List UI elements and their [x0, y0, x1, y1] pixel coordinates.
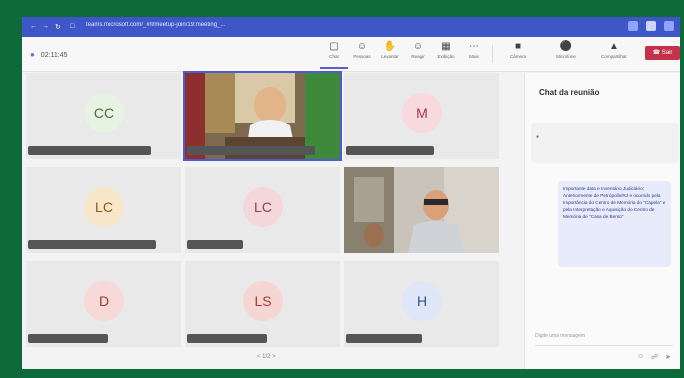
- address-bar[interactable]: teams.microsoft.com/_#/l/meetup-join/19:…: [86, 22, 626, 32]
- participant-name-tag: [187, 146, 315, 155]
- gallery-pager[interactable]: < 1/2 >: [257, 354, 276, 360]
- participant-name-tag: [187, 334, 267, 343]
- chat-title: Chat da reunião: [539, 88, 600, 97]
- share-icon: ▲: [609, 41, 619, 52]
- toolbar-chat-button[interactable]: ▢ Chat: [320, 41, 348, 69]
- toolbar-people-button[interactable]: ☺ Pessoas: [348, 41, 376, 67]
- camera-label: Câmera: [509, 54, 526, 59]
- video-feed: [344, 167, 499, 253]
- toolbar-view-button[interactable]: ▦ Exibição: [432, 41, 460, 67]
- participant-name-tag: [187, 240, 243, 249]
- system-message: ●: [531, 123, 679, 163]
- participant-tile[interactable]: H: [344, 261, 499, 347]
- avatar: LS: [243, 281, 283, 321]
- chat-compose-input[interactable]: Digite uma mensagem: [535, 333, 673, 346]
- more-icon: ⋯: [469, 41, 479, 52]
- leave-button[interactable]: ☎ Sair: [645, 46, 680, 60]
- avatar: D: [84, 281, 124, 321]
- participant-tile[interactable]: LC: [26, 167, 181, 253]
- send-icon[interactable]: ➤: [665, 353, 671, 361]
- react-icon: ☺: [412, 41, 424, 52]
- emoji-icon[interactable]: ☺: [637, 353, 644, 360]
- view-icon: ▦: [441, 41, 451, 52]
- info-icon: ●: [536, 134, 540, 140]
- lock-icon: □: [70, 23, 75, 30]
- people-icon: ☺: [356, 41, 368, 52]
- attach-icon[interactable]: ☍: [651, 353, 658, 361]
- avatar: H: [402, 281, 442, 321]
- participant-video-tile[interactable]: [344, 167, 499, 253]
- camera-button[interactable]: ■ Câmera: [504, 41, 532, 67]
- reload-icon[interactable]: ↻: [55, 23, 61, 31]
- toolbar-raise-hand-label: Levantar: [381, 54, 399, 59]
- raise-hand-icon: ✋: [383, 41, 397, 52]
- toolbar-view-label: Exibição: [437, 54, 455, 59]
- toolbar-raise-hand-button[interactable]: ✋ Levantar: [376, 41, 404, 67]
- camera-icon: ■: [514, 41, 522, 52]
- extension-icon[interactable]: [628, 21, 638, 31]
- toolbar-more-button[interactable]: ⋯ Mais: [460, 41, 488, 67]
- share-button[interactable]: ▲ Compartilhar: [600, 41, 628, 67]
- avatar: LC: [84, 187, 124, 227]
- participant-video-tile[interactable]: [183, 71, 342, 161]
- participant-name-tag: [28, 334, 108, 343]
- toolbar-react-label: Reagir: [411, 54, 425, 59]
- meeting-toolbar: ● 02:11:45 ▢ Chat ☺ Pessoas ✋ Levantar ☺…: [22, 37, 680, 72]
- toolbar-chat-label: Chat: [329, 54, 339, 59]
- participant-name-tag: [28, 240, 156, 249]
- phone-icon: ☎: [652, 50, 661, 56]
- participant-tile[interactable]: D: [26, 261, 181, 347]
- video-gallery: CC M LC LC D LS H < 1/2 >: [26, 71, 522, 365]
- participant-tile[interactable]: LC: [185, 167, 340, 253]
- participant-name-tag: [346, 146, 434, 155]
- shield-icon: ●: [30, 50, 35, 59]
- participant-tile[interactable]: M: [344, 73, 499, 159]
- chat-message: Importante data e Inventário Judiciário;…: [558, 181, 671, 267]
- microphone-button[interactable]: ⚫ Microfone: [552, 41, 580, 67]
- avatar: M: [402, 93, 442, 133]
- avatar: CC: [84, 93, 124, 133]
- meeting-timer: ● 02:11:45: [30, 50, 68, 59]
- participant-name-tag: [28, 146, 151, 155]
- back-icon[interactable]: ←: [30, 23, 37, 30]
- toolbar-more-label: Mais: [469, 54, 479, 59]
- microphone-label: Microfone: [556, 54, 576, 59]
- teams-window: ← → ↻ □ teams.microsoft.com/_#/l/meetup-…: [22, 17, 680, 369]
- participant-tile[interactable]: CC: [26, 73, 181, 159]
- browser-bar: ← → ↻ □ teams.microsoft.com/_#/l/meetup-…: [22, 17, 680, 37]
- menu-icon[interactable]: [664, 21, 674, 31]
- leave-label: Sair: [661, 50, 673, 56]
- forward-icon[interactable]: →: [42, 23, 49, 30]
- profile-icon[interactable]: [646, 21, 656, 31]
- participant-name-tag: [346, 334, 422, 343]
- toolbar-react-button[interactable]: ☺ Reagir: [404, 41, 432, 67]
- chat-icon: ▢: [329, 41, 339, 52]
- share-label: Compartilhar: [601, 54, 627, 59]
- toolbar-people-label: Pessoas: [353, 54, 371, 59]
- toolbar-divider: [492, 45, 493, 63]
- microphone-icon: ⚫: [559, 41, 573, 52]
- participant-tile[interactable]: LS: [185, 261, 340, 347]
- timer-text: 02:11:45: [40, 52, 68, 59]
- avatar: LC: [243, 187, 283, 227]
- chat-panel: Chat da reunião ● Importante data e Inve…: [524, 73, 680, 369]
